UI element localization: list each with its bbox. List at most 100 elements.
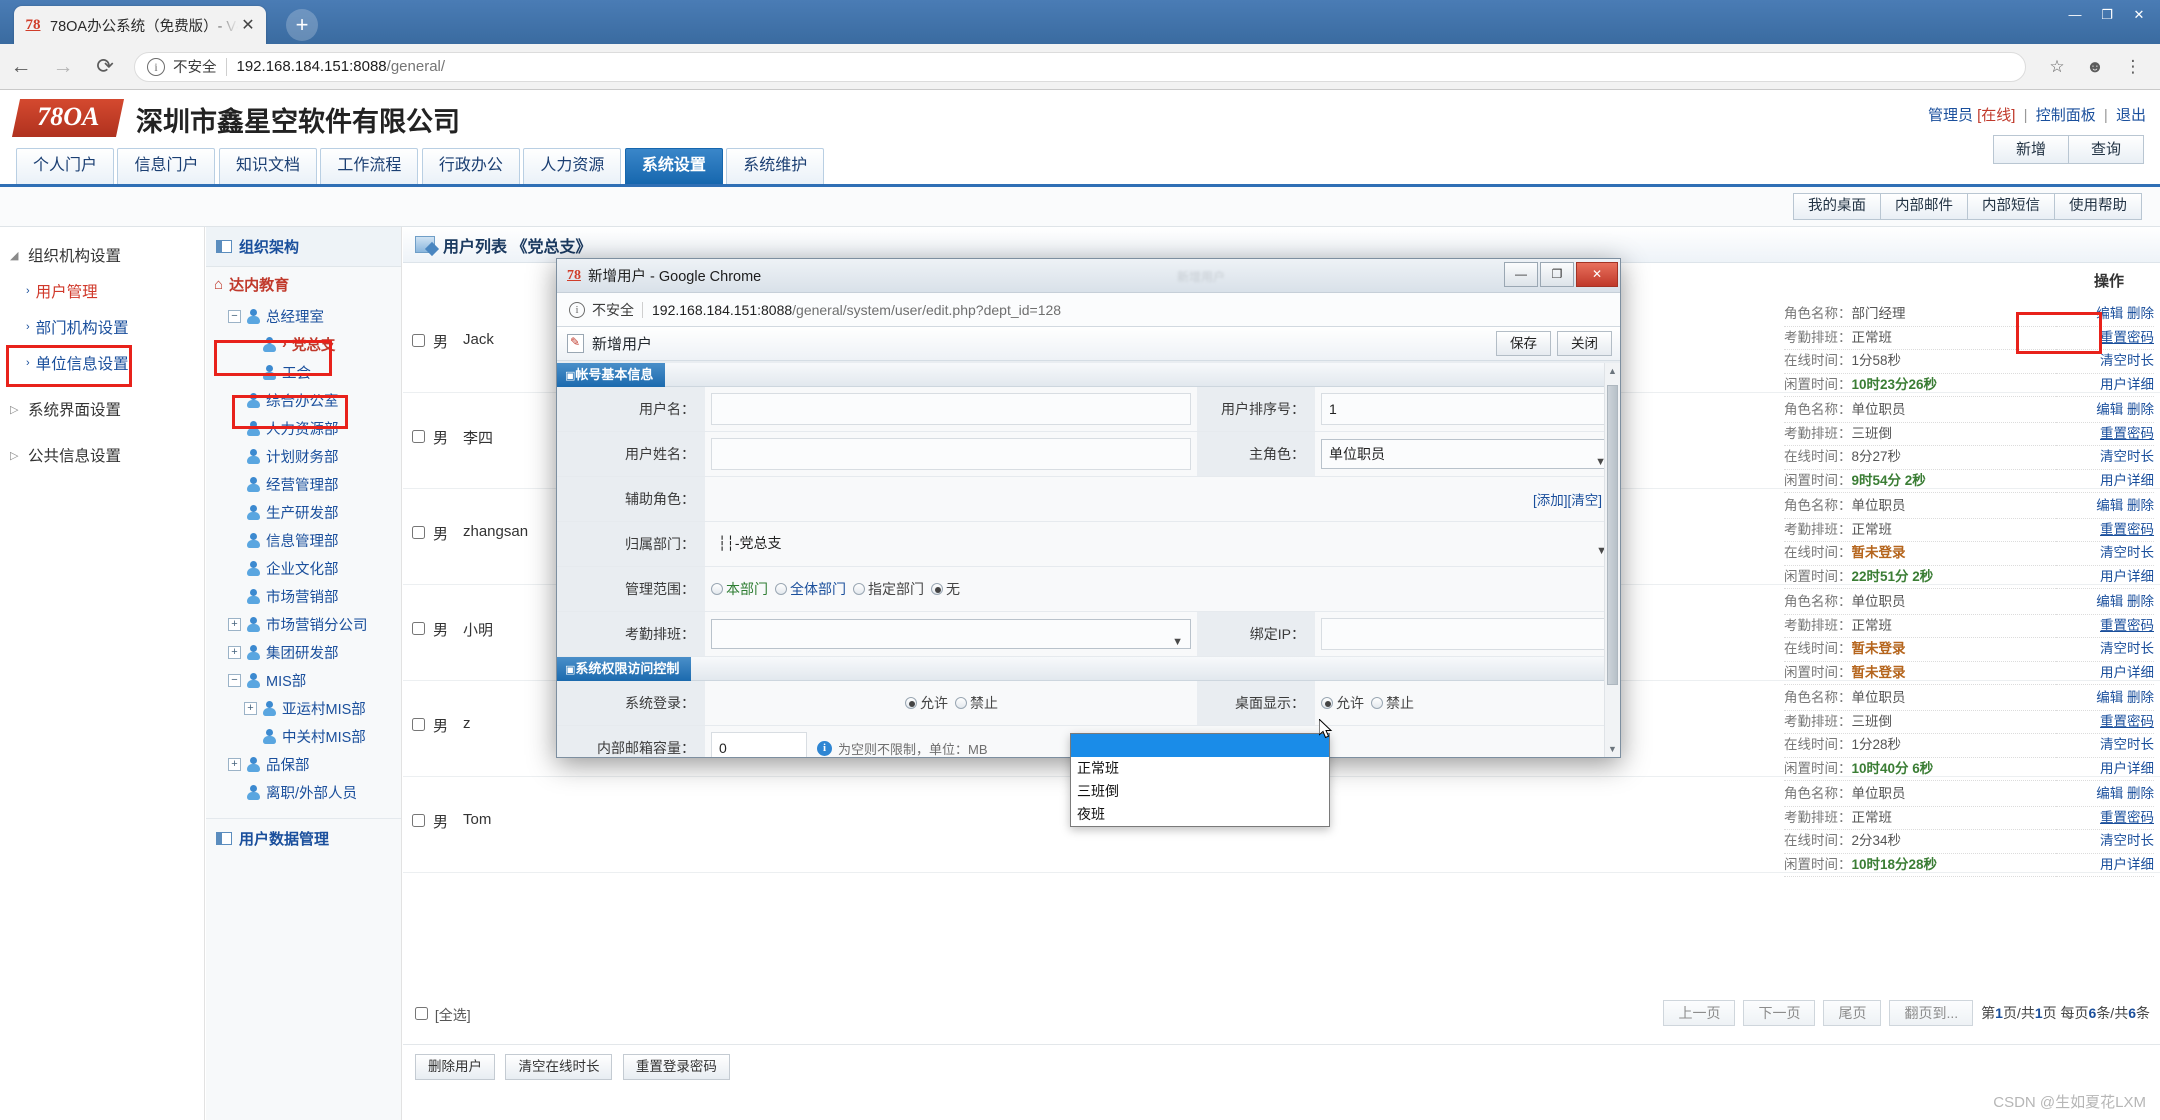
expand-icon[interactable]: + (228, 757, 241, 771)
popup-site-info-icon[interactable]: i (569, 301, 585, 318)
shift-option-three-shift[interactable]: 三班倒 (1071, 780, 1329, 803)
minimize-icon[interactable]: — (2060, 4, 2090, 26)
add-user-button[interactable]: 新增 (1992, 135, 2069, 164)
collapse-icon[interactable]: − (228, 673, 241, 687)
address-bar[interactable]: i 不安全 192.168.184.151:8088 /general/ (134, 51, 2026, 82)
row-delete-link[interactable]: 删除 (2127, 690, 2154, 705)
nav-tab-system-maintain[interactable]: 系统维护 (726, 148, 825, 184)
row-edit-link[interactable]: 编辑 (2096, 594, 2123, 609)
org-tree-node[interactable]: 离职/外部人员 (206, 778, 401, 806)
row-reset-password-link[interactable]: 重置密码 (2056, 519, 2154, 542)
org-tree-node[interactable]: 企业文化部 (206, 554, 401, 582)
row-edit-delete[interactable]: 编辑 删除 (2056, 399, 2154, 423)
scope-radio-specified-dept[interactable]: 指定部门 (853, 579, 924, 599)
org-tree-node[interactable]: 计划财务部 (206, 442, 401, 470)
org-tree-node[interactable]: − 总经理室 (206, 302, 401, 330)
row-select-input[interactable] (412, 718, 425, 731)
row-clear-time-link[interactable]: 清空时长 (2056, 350, 2154, 374)
row-select-input[interactable] (412, 526, 425, 539)
query-button[interactable]: 查询 (2067, 135, 2144, 164)
row-clear-time-link[interactable]: 清空时长 (2056, 446, 2154, 470)
next-page-button[interactable]: 下一页 (1743, 1000, 1816, 1026)
profile-icon[interactable]: ☻ (2078, 50, 2112, 84)
row-delete-link[interactable]: 删除 (2127, 786, 2154, 801)
row-delete-link[interactable]: 删除 (2127, 594, 2154, 609)
row-username[interactable]: zhangsan (463, 489, 543, 584)
nav-tab-system-settings[interactable]: 系统设置 (624, 148, 723, 184)
delete-users-button[interactable]: 删除用户 (415, 1054, 495, 1080)
row-edit-link[interactable]: 编辑 (2096, 690, 2123, 705)
quick-link-sms[interactable]: 内部短信 (1967, 193, 2055, 220)
login-radio-deny[interactable]: 禁止 (955, 693, 998, 713)
nav-tab-admin[interactable]: 行政办公 (421, 148, 520, 184)
nav-tab-workflow[interactable]: 工作流程 (320, 148, 419, 184)
reload-icon[interactable]: ⟳ (84, 46, 126, 88)
user-data-management-link[interactable]: 用户数据管理 (206, 818, 401, 858)
row-edit-link[interactable]: 编辑 (2096, 786, 2123, 801)
row-delete-link[interactable]: 删除 (2127, 498, 2154, 513)
row-reset-password-link[interactable]: 重置密码 (2056, 807, 2154, 830)
mainrole-select[interactable]: 单位职员 ▼ (1321, 439, 1614, 469)
row-select-input[interactable] (412, 334, 425, 347)
org-tree-node[interactable]: 生产研发部 (206, 498, 401, 526)
save-button[interactable]: 保存 (1496, 331, 1551, 356)
bookmark-star-icon[interactable]: ☆ (2040, 50, 2074, 84)
sidebar-item-company-info[interactable]: › 单位信息设置 (0, 345, 204, 381)
desktop-radio-deny[interactable]: 禁止 (1371, 693, 1414, 713)
back-icon[interactable]: ← (0, 46, 42, 88)
close-tab-icon[interactable]: ✕ (238, 15, 258, 35)
collapse-icon[interactable]: − (228, 309, 241, 323)
sidebar-group-ui[interactable]: ▷ 系统界面设置 (0, 391, 204, 427)
org-tree-node[interactable]: 经营管理部 (206, 470, 401, 498)
row-edit-delete[interactable]: 编辑 删除 (2056, 783, 2154, 807)
scrollbar-thumb[interactable] (1607, 385, 1618, 685)
scroll-up-icon[interactable]: ▲ (1608, 366, 1617, 376)
row-delete-link[interactable]: 删除 (2127, 306, 2154, 321)
row-username[interactable]: z (463, 681, 543, 776)
browser-tab[interactable]: 78 78OA办公系统（免费版）- V4.3 ✕ (14, 6, 266, 44)
row-edit-link[interactable]: 编辑 (2096, 402, 2123, 417)
shift-option-empty[interactable] (1071, 734, 1329, 757)
quick-link-desktop[interactable]: 我的桌面 (1793, 193, 1881, 220)
row-select-input[interactable] (412, 622, 425, 635)
desktop-radio-allow[interactable]: 允许 (1321, 693, 1364, 713)
clear-online-time-button[interactable]: 清空在线时长 (505, 1054, 613, 1080)
row-delete-link[interactable]: 删除 (2127, 402, 2154, 417)
scope-radio-none[interactable]: 无 (931, 579, 960, 599)
prev-page-button[interactable]: 上一页 (1663, 1000, 1736, 1026)
shift-option-normal[interactable]: 正常班 (1071, 757, 1329, 780)
popup-maximize-icon[interactable]: ❐ (1540, 262, 1574, 287)
login-radio-allow[interactable]: 允许 (905, 693, 948, 713)
subrole-actions-link[interactable]: [添加][清空] (1533, 489, 1602, 509)
org-tree-node[interactable]: + 市场营销分公司 (206, 610, 401, 638)
shift-dropdown-list[interactable]: 正常班 三班倒 夜班 (1070, 733, 1330, 827)
org-tree-node[interactable]: 综合办公室 (206, 386, 401, 414)
bindip-input[interactable] (1321, 618, 1614, 650)
org-tree-node[interactable]: + 品保部 (206, 750, 401, 778)
expand-icon[interactable]: + (228, 645, 241, 659)
row-username[interactable]: Jack (463, 297, 543, 392)
expand-icon[interactable]: + (228, 617, 241, 631)
popup-scrollbar[interactable]: ▲ ▼ (1604, 363, 1620, 757)
row-select-checkbox[interactable] (403, 777, 433, 872)
org-tree-node[interactable]: + 集团研发部 (206, 638, 401, 666)
org-tree-root[interactable]: ⌂ 达内教育 (206, 267, 401, 302)
scroll-down-icon[interactable]: ▼ (1608, 744, 1617, 754)
row-select-checkbox[interactable] (403, 489, 433, 584)
maximize-icon[interactable]: ❐ (2092, 4, 2122, 26)
shift-select[interactable]: ▼ (711, 619, 1191, 649)
nav-tab-knowledge[interactable]: 知识文档 (218, 148, 317, 184)
row-detail-link[interactable]: 用户详细 (2056, 854, 2154, 877)
expand-icon[interactable]: + (244, 701, 257, 715)
new-tab-icon[interactable]: + (286, 9, 318, 41)
row-clear-time-link[interactable]: 清空时长 (2056, 638, 2154, 662)
row-edit-delete[interactable]: 编辑 删除 (2056, 591, 2154, 615)
org-tree-node[interactable]: › 党总支 (206, 330, 401, 358)
quick-link-help[interactable]: 使用帮助 (2054, 193, 2142, 220)
row-edit-delete[interactable]: 编辑 删除 (2056, 495, 2154, 519)
scope-radio-all-dept[interactable]: 全体部门 (775, 579, 846, 599)
org-tree-node[interactable]: 中关村MIS部 (206, 722, 401, 750)
last-page-button[interactable]: 尾页 (1823, 1000, 1882, 1026)
org-tree-node[interactable]: 市场营销部 (206, 582, 401, 610)
quick-link-mail[interactable]: 内部邮件 (1880, 193, 1968, 220)
